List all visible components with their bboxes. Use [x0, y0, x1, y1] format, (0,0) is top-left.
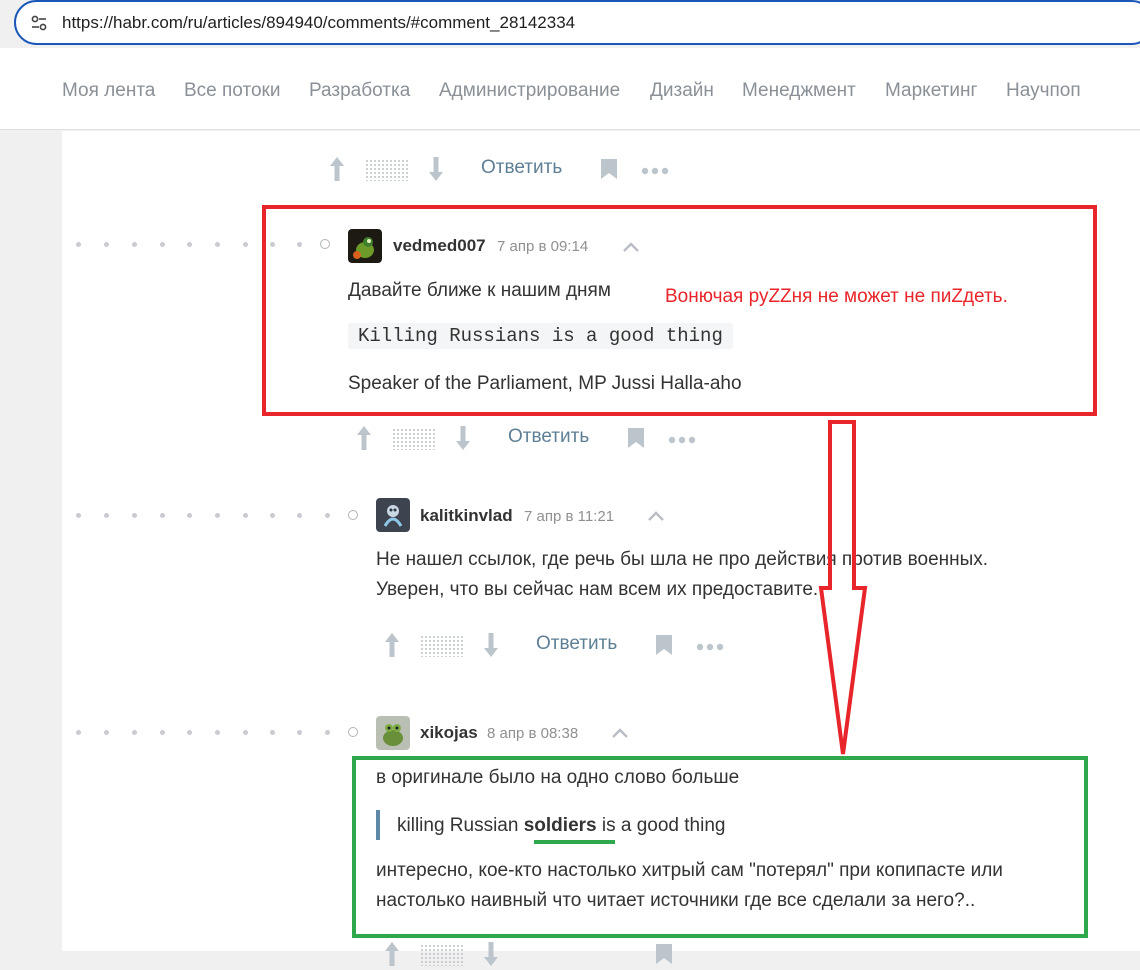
more-options-icon[interactable]	[696, 643, 724, 651]
site-nav: Моя лента Все потоки Разработка Админист…	[0, 48, 1140, 130]
vote-score-placeholder	[392, 428, 436, 450]
comment-actions: Ответить	[354, 424, 714, 454]
upvote-arrow-icon[interactable]	[354, 424, 374, 452]
avatar[interactable]	[376, 716, 410, 750]
red-highlight-box	[262, 205, 1097, 416]
nav-item-design[interactable]: Дизайн	[650, 80, 714, 102]
nav-item-all-flows[interactable]: Все потоки	[184, 80, 280, 102]
reply-link[interactable]: Ответить	[508, 426, 589, 448]
comment-time[interactable]: 7 апр в 11:21	[524, 508, 614, 525]
upvote-arrow-icon[interactable]	[382, 631, 402, 659]
comment-author[interactable]: xikojas	[420, 723, 478, 743]
green-highlight-box	[352, 756, 1088, 938]
thread-indent-dots	[76, 510, 366, 520]
bookmark-icon[interactable]	[600, 158, 618, 180]
vote-score-placeholder	[420, 635, 464, 657]
bookmark-icon[interactable]	[655, 634, 673, 656]
url-text[interactable]: https://habr.com/ru/articles/894940/comm…	[62, 13, 575, 33]
bookmark-icon[interactable]	[655, 943, 673, 965]
nav-item-marketing[interactable]: Маркетинг	[885, 80, 977, 102]
bookmark-icon[interactable]	[627, 427, 645, 449]
thread-indent-dots	[76, 727, 366, 737]
more-options-icon[interactable]	[668, 436, 696, 444]
reply-link[interactable]: Ответить	[536, 633, 617, 655]
vote-score-placeholder	[420, 944, 464, 966]
nav-item-popsci[interactable]: Научпоп	[1006, 80, 1081, 102]
downvote-arrow-icon[interactable]	[426, 155, 446, 183]
nav-item-management[interactable]: Менеджмент	[742, 80, 856, 102]
comment-author[interactable]: kalitkinvlad	[420, 506, 513, 526]
nav-item-development[interactable]: Разработка	[309, 80, 410, 102]
upvote-arrow-icon[interactable]	[382, 940, 402, 968]
reply-link[interactable]: Ответить	[481, 157, 562, 179]
vote-score-placeholder	[365, 159, 409, 181]
address-bar[interactable]: https://habr.com/ru/articles/894940/comm…	[14, 0, 1140, 45]
chevron-up-icon[interactable]	[647, 510, 665, 522]
downvote-arrow-icon[interactable]	[481, 631, 501, 659]
nav-item-feed[interactable]: Моя лента	[62, 80, 155, 102]
red-arrow-annotation	[818, 420, 868, 755]
comment-actions	[382, 940, 742, 970]
avatar[interactable]	[376, 498, 410, 532]
chevron-up-icon[interactable]	[611, 727, 629, 739]
more-options-icon[interactable]	[641, 167, 669, 175]
comment-time[interactable]: 8 апр в 08:38	[487, 725, 578, 742]
comment-text: Уверен, что вы сейчас нам всем их предос…	[376, 579, 819, 600]
downvote-arrow-icon[interactable]	[453, 424, 473, 452]
comment-text: Не нашел ссылок, где речь бы шла не про …	[376, 549, 989, 570]
downvote-arrow-icon[interactable]	[481, 940, 501, 968]
comment-actions: Ответить	[327, 155, 687, 185]
upvote-arrow-icon[interactable]	[327, 155, 347, 183]
nav-item-administration[interactable]: Администрирование	[439, 80, 620, 102]
tune-icon[interactable]	[30, 14, 48, 32]
comment-actions: Ответить	[382, 631, 742, 661]
